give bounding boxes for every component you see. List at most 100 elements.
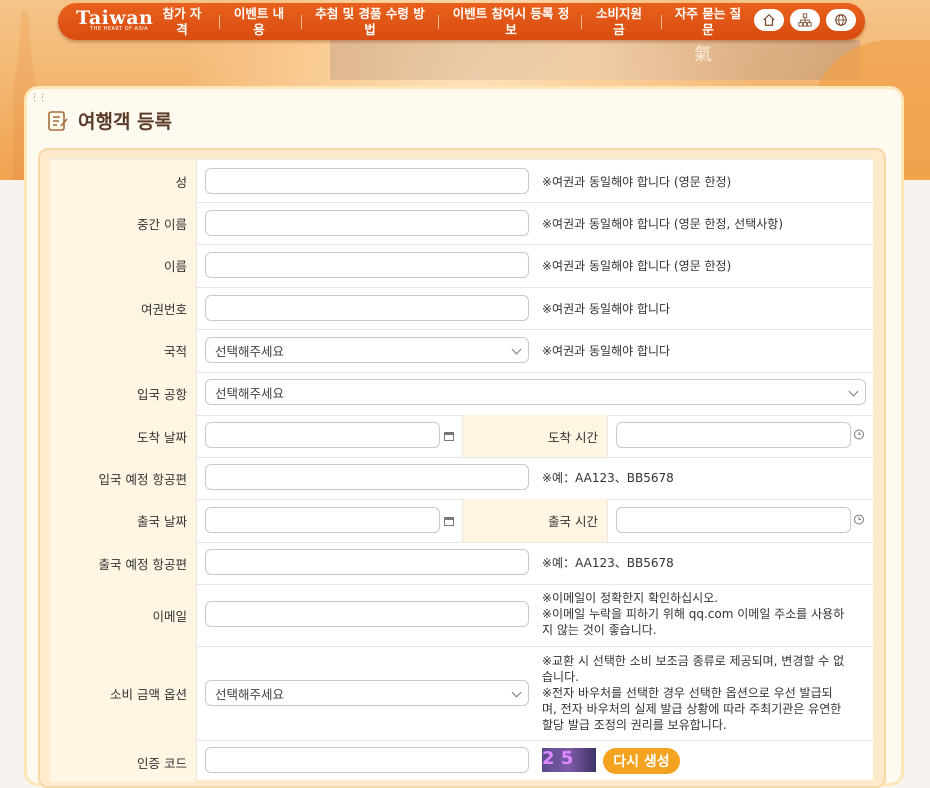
- surname-input[interactable]: [205, 168, 529, 194]
- email-note-line: ※이메일 누락을 피하기 위해 qq.com 이메일 주소를 사용하: [542, 607, 845, 621]
- form-row-nationality: 국적 선택해주세요 ※여권과 동일해야 합니다: [50, 329, 873, 373]
- voucher-selected: 선택해주세요: [215, 686, 285, 702]
- form-row-arrival-flight: 입국 예정 항공편 ※예：AA123、BB5678: [50, 457, 873, 500]
- nav-label: 문: [702, 22, 714, 37]
- nav-label: 이벤트 참여시 등록 정: [452, 6, 570, 21]
- form-row-surname: 성 ※여권과 동일해야 합니다 (영문 한정): [50, 160, 873, 203]
- nav-label: 추첨 및 경품 수령 방: [315, 6, 425, 21]
- language-button[interactable]: [826, 9, 856, 31]
- email-input[interactable]: [205, 601, 529, 627]
- logo-tagline: THE HEART OF ASIA: [90, 26, 149, 32]
- nav-label: 법: [364, 22, 376, 37]
- passport-label: 여권번호: [50, 287, 197, 329]
- captcha-image: 2 5: [542, 748, 596, 772]
- nav-item-faq[interactable]: 자주 묻는 질 문: [666, 6, 750, 38]
- departure-flight-input[interactable]: [205, 549, 529, 575]
- chevron-down-icon: [511, 344, 522, 355]
- registration-form: 성 ※여권과 동일해야 합니다 (영문 한정) 중간 이름 ※여권과 동일해야 …: [50, 159, 873, 782]
- email-note-line: 지 않는 것이 좋습니다.: [542, 623, 657, 637]
- clock-icon[interactable]: [853, 428, 865, 440]
- email-note: ※이메일이 정확한지 확인하십시오. ※이메일 누락을 피하기 위해 qq.co…: [542, 590, 868, 638]
- arrival-time-input[interactable]: [616, 422, 851, 448]
- globe-icon: [835, 14, 847, 26]
- home-icon: [763, 13, 775, 26]
- page-title: 여행객 등록: [78, 111, 173, 133]
- nav-divider: [661, 15, 662, 29]
- voucher-note-line: 며, 전자 바우처의 실제 발급 상황에 따라 주최기관은 유연한: [542, 702, 842, 716]
- nationality-label: 국적: [50, 329, 197, 372]
- hero-kanji: 氣: [694, 44, 712, 65]
- departure-flight-note: ※예：AA123、BB5678: [542, 556, 674, 570]
- form-row-departure-flight: 출국 예정 항공편 ※예：AA123、BB5678: [50, 542, 873, 585]
- captcha-label: 인증 코드: [50, 740, 197, 782]
- given-name-note: ※여권과 동일해야 합니다 (영문 한정): [542, 259, 732, 273]
- middle-name-label: 중간 이름: [50, 202, 197, 244]
- entry-airport-label: 입국 공항: [50, 372, 197, 415]
- nav-label: 금: [613, 22, 625, 37]
- arrival-date-label: 도착 날짜: [50, 415, 197, 457]
- departure-date-input[interactable]: [205, 507, 440, 533]
- nav-item-subsidy[interactable]: 소비지원 금: [586, 6, 652, 38]
- nav-label: 참가 자: [162, 6, 202, 21]
- sitemap-button[interactable]: [790, 9, 820, 31]
- middle-name-input[interactable]: [205, 210, 529, 236]
- nav-item-draw-prizes[interactable]: 추첨 및 경품 수령 방 법: [306, 6, 434, 38]
- passport-input[interactable]: [205, 295, 529, 321]
- voucher-note-line: 할당 발급 조정의 권리를 보유합니다.: [542, 718, 727, 732]
- form-row-email: 이메일 ※이메일이 정확한지 확인하십시오. ※이메일 누락을 피하기 위해 q…: [50, 584, 873, 647]
- voucher-note: ※교환 시 선택한 소비 보조금 종류로 제공되며, 변경할 수 없 습니다. …: [542, 653, 868, 733]
- form-row-middle-name: 중간 이름 ※여권과 동일해야 합니다 (영문 한정, 선택사항): [50, 202, 873, 245]
- form-row-arrival: 도착 날짜 도착 시간: [50, 415, 873, 458]
- nationality-selected: 선택해주세요: [215, 343, 285, 359]
- calendar-icon[interactable]: [444, 432, 454, 441]
- nav-label: 격: [176, 22, 188, 37]
- sitemap-icon: [798, 13, 812, 27]
- clock-icon[interactable]: [853, 513, 865, 525]
- departure-date-label: 출국 날짜: [50, 499, 197, 542]
- chevron-down-icon: [848, 386, 859, 397]
- nav-label: 이벤트 내: [233, 6, 285, 21]
- departure-time-input[interactable]: [616, 507, 851, 533]
- form-row-captcha: 인증 코드 2 5 다시 생성: [50, 740, 873, 782]
- given-name-label: 이름: [50, 244, 197, 287]
- nav-divider: [301, 15, 302, 29]
- captcha-input[interactable]: [205, 747, 529, 773]
- form-icon: [48, 110, 68, 131]
- departure-time-label: 출국 시간: [462, 499, 608, 542]
- calendar-icon[interactable]: [444, 517, 454, 526]
- email-label: 이메일: [50, 584, 197, 646]
- nav-item-eligibility[interactable]: 참가 자 격: [152, 6, 212, 38]
- arrival-flight-note: ※예：AA123、BB5678: [542, 471, 674, 485]
- nationality-note: ※여권과 동일해야 합니다: [542, 344, 671, 358]
- nav-label: 용: [253, 22, 265, 37]
- given-name-input[interactable]: [205, 252, 529, 278]
- surname-note: ※여권과 동일해야 합니다 (영문 한정): [542, 175, 732, 189]
- form-row-entry-airport: 입국 공항 선택해주세요: [50, 372, 873, 416]
- entry-airport-select[interactable]: 선택해주세요: [205, 379, 866, 405]
- voucher-select[interactable]: 선택해주세요: [205, 680, 529, 706]
- nav-label: 자주 묻는 질: [674, 6, 742, 21]
- top-nav: Taiwan THE HEART OF ASIA 참가 자 격 이벤트 내 용 …: [58, 3, 865, 40]
- home-button[interactable]: [754, 9, 784, 31]
- nav-label: 보: [505, 22, 517, 37]
- chevron-down-icon: [511, 687, 522, 698]
- departure-flight-label: 출국 예정 항공편: [50, 542, 197, 584]
- nav-item-registration-info[interactable]: 이벤트 참여시 등록 정 보: [442, 6, 580, 38]
- hero-band: [330, 40, 860, 80]
- arrival-date-input[interactable]: [205, 422, 440, 448]
- voucher-note-line: ※전자 바우처를 선택한 경우 선택한 옵션으로 우선 발급되: [542, 686, 833, 700]
- arrival-time-label: 도착 시간: [462, 415, 608, 457]
- arrival-flight-label: 입국 예정 항공편: [50, 457, 197, 499]
- email-note-line: ※이메일이 정확한지 확인하십시오.: [542, 591, 719, 605]
- form-row-given-name: 이름 ※여권과 동일해야 합니다 (영문 한정): [50, 244, 873, 288]
- nav-item-event-content[interactable]: 이벤트 내 용: [224, 6, 294, 38]
- voucher-note-line: ※교환 시 선택한 소비 보조금 종류로 제공되며, 변경할 수 없: [542, 654, 845, 668]
- arrival-flight-input[interactable]: [205, 464, 529, 490]
- drag-handle-icon: ⋮⋮: [30, 93, 47, 103]
- taiwan-logo[interactable]: Taiwan THE HEART OF ASIA: [76, 7, 153, 32]
- voucher-note-line: 습니다.: [542, 670, 579, 684]
- nav-label: 소비지원: [595, 6, 642, 21]
- form-row-departure: 출국 날짜 출국 시간: [50, 499, 873, 543]
- nationality-select[interactable]: 선택해주세요: [205, 337, 529, 363]
- regenerate-captcha-button[interactable]: 다시 생성: [603, 748, 680, 774]
